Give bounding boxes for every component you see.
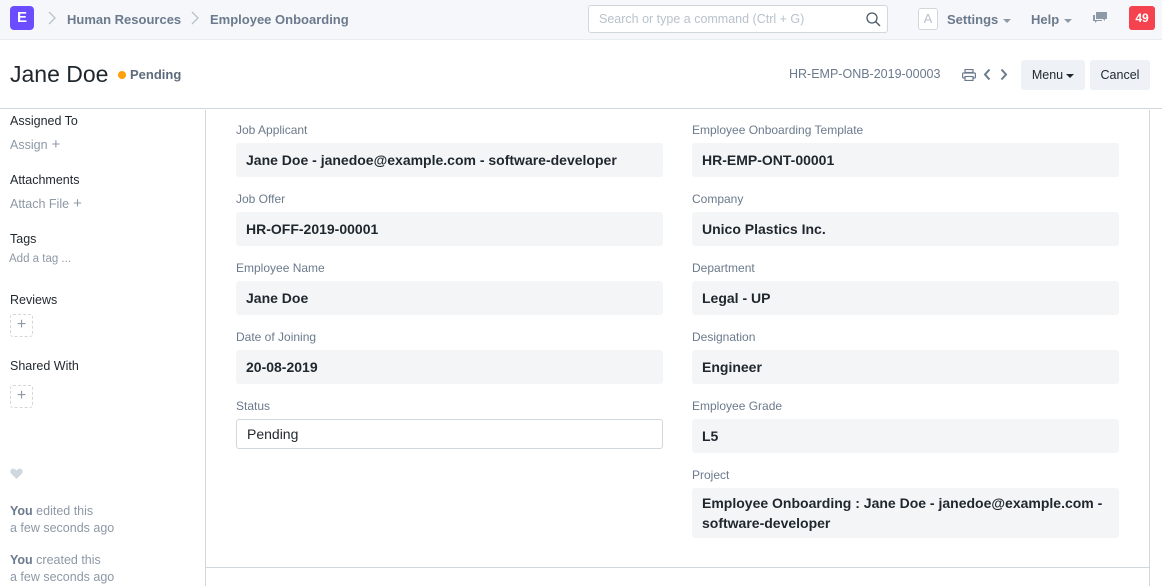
chevron-right-icon (48, 11, 56, 25)
caret-down-icon (1064, 18, 1073, 23)
add-review-button[interactable]: + (10, 314, 33, 337)
employee-grade-label: Employee Grade (692, 399, 783, 413)
date-of-joining-field[interactable]: 20-08-2019 (236, 350, 663, 384)
assign-link[interactable]: Assign + (10, 136, 60, 153)
help-label: Help (1031, 12, 1060, 27)
status-input[interactable] (236, 419, 663, 449)
attach-file-link[interactable]: Attach File + (10, 195, 82, 212)
company-label: Company (692, 192, 744, 206)
plus-icon: + (16, 387, 27, 404)
employee-name-field[interactable]: Jane Doe (236, 281, 663, 315)
onboarding-template-field[interactable]: HR-EMP-ONT-00001 (692, 143, 1119, 177)
activity-item-created: You created this a few seconds ago (10, 552, 114, 586)
activity-action: edited this (36, 504, 94, 518)
search-input[interactable] (599, 6, 859, 32)
breadcrumb-employee-onboarding[interactable]: Employee Onboarding (210, 12, 349, 27)
activity-actor: You (10, 553, 33, 567)
sidebar: Assigned To Assign + Attachments Attach F… (0, 110, 205, 586)
designation-label: Designation (692, 330, 756, 344)
plus-icon: + (51, 136, 61, 153)
onboarding-template-label: Employee Onboarding Template (692, 123, 864, 137)
company-field[interactable]: Unico Plastics Inc. (692, 212, 1119, 246)
heart-icon[interactable] (10, 468, 23, 480)
form-main: Job Applicant Jane Doe - janedoe@example… (205, 110, 1150, 586)
notification-badge[interactable]: 49 (1129, 6, 1155, 30)
employee-grade-field[interactable]: L5 (692, 419, 1119, 453)
assign-label: Assign (10, 138, 48, 152)
menu-label: Menu (1031, 68, 1064, 82)
page-title: Jane Doe (10, 61, 109, 87)
tags-heading: Tags (10, 232, 37, 246)
settings-dropdown[interactable]: Settings (947, 12, 1012, 27)
shared-with-heading: Shared With (10, 359, 79, 373)
job-offer-label: Job Offer (236, 192, 286, 206)
page-header: Jane Doe Pending HR-EMP-ONB-2019-00003 M… (0, 41, 1162, 109)
employee-name-label: Employee Name (236, 261, 325, 275)
status-badge: Pending (130, 67, 182, 82)
menu-button[interactable]: Menu (1021, 60, 1085, 90)
plus-icon: + (73, 195, 82, 212)
plus-icon: + (16, 316, 27, 333)
activity-time: a few seconds ago (10, 521, 115, 535)
section-divider (206, 567, 1149, 568)
department-label: Department (692, 261, 755, 275)
search-bar (588, 5, 888, 33)
status-indicator-dot (118, 71, 126, 79)
activity-actor: You (10, 504, 33, 518)
job-offer-field[interactable]: HR-OFF-2019-00001 (236, 212, 663, 246)
cancel-button[interactable]: Cancel (1090, 60, 1150, 90)
date-of-joining-label: Date of Joining (236, 330, 317, 344)
designation-field[interactable]: Engineer (692, 350, 1119, 384)
print-icon[interactable] (962, 69, 976, 81)
caret-down-icon (1066, 73, 1075, 78)
app-logo[interactable]: E (10, 6, 34, 30)
next-icon[interactable] (1000, 68, 1008, 81)
document-name: HR-EMP-ONB-2019-00003 (789, 67, 941, 81)
search-icon[interactable] (866, 12, 881, 27)
activity-action: created this (36, 553, 101, 567)
assigned-to-heading: Assigned To (10, 114, 78, 128)
status-label: Status (236, 399, 271, 413)
breadcrumb-human-resources[interactable]: Human Resources (67, 12, 181, 27)
job-applicant-field[interactable]: Jane Doe - janedoe@example.com - softwar… (236, 143, 663, 177)
user-avatar[interactable]: A (918, 8, 938, 30)
reviews-heading: Reviews (10, 293, 58, 307)
add-tag-input[interactable]: Add a tag ... (9, 253, 71, 265)
caret-down-icon (1003, 18, 1012, 23)
department-field[interactable]: Legal - UP (692, 281, 1119, 315)
settings-label: Settings (947, 12, 999, 27)
add-share-button[interactable]: + (10, 385, 33, 408)
help-dropdown[interactable]: Help (1031, 12, 1073, 27)
chat-icon[interactable] (1092, 11, 1108, 25)
chevron-right-icon (191, 11, 199, 25)
job-applicant-label: Job Applicant (236, 123, 308, 137)
activity-item-edited: You edited this a few seconds ago (10, 503, 114, 537)
attach-file-label: Attach File (10, 197, 70, 211)
project-label: Project (692, 468, 730, 482)
activity-time: a few seconds ago (10, 570, 115, 584)
navbar: E Human Resources Employee Onboarding A … (0, 0, 1162, 40)
attachments-heading: Attachments (10, 173, 80, 187)
previous-icon[interactable] (983, 68, 991, 81)
project-field[interactable]: Employee Onboarding : Jane Doe - janedoe… (692, 488, 1119, 538)
